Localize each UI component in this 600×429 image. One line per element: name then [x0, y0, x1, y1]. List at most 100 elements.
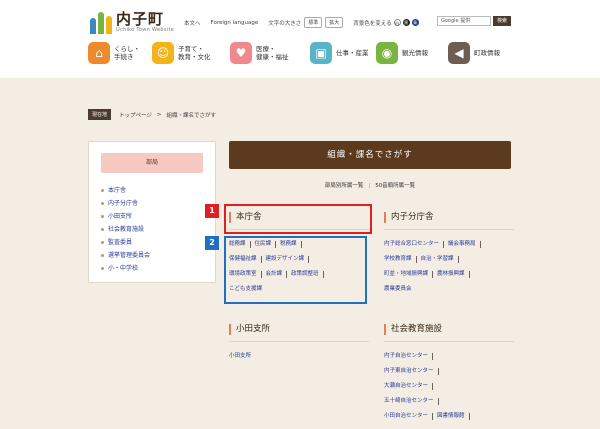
tab-by-alphabetical[interactable]: 50音順所属一覧: [375, 183, 415, 189]
department-link[interactable]: 図書情報館: [437, 413, 470, 420]
link-row: 小田自治センター 図書情報館: [384, 409, 514, 424]
sidebar-item[interactable]: 小・中学校: [101, 262, 215, 275]
link-row: 内子東自治センター: [384, 364, 514, 379]
sidebar-heading: 部局: [101, 153, 203, 173]
department-link[interactable]: 農業委員会: [384, 286, 416, 293]
foreign-language-link[interactable]: Foreign language: [211, 20, 259, 26]
breadcrumb-current: 組織・課名でさがす: [166, 112, 217, 119]
department-link[interactable]: 農林振興課: [437, 271, 470, 278]
sidebar-item[interactable]: 本庁舎: [101, 184, 215, 197]
department-link[interactable]: 自治・学習課: [421, 256, 459, 263]
sidebar-item[interactable]: 選挙管理委員会: [101, 249, 215, 262]
breadcrumb-badge: 現在地: [88, 109, 112, 120]
link-row: 内子自治センター: [384, 349, 514, 364]
logo-title: 内子町: [116, 10, 165, 28]
nav-item-label: くらし・ 手続き: [114, 45, 140, 61]
search-button[interactable]: 検索: [493, 16, 511, 26]
sidebar-item-label: 社会教育施設: [108, 226, 145, 233]
link-row: 町並・地域振興課 農林振興課: [384, 267, 514, 282]
link-row: 農業委員会: [384, 282, 514, 297]
font-size-label: 文字の大きさ: [268, 20, 302, 27]
department-link[interactable]: 内子総合窓口センター: [384, 241, 445, 248]
nav-item[interactable]: ▣ 仕事・産業: [310, 40, 370, 66]
bullet-icon: [101, 189, 104, 192]
sidebar-item-label: 監査委員: [108, 239, 133, 246]
link-row: 小田支所: [229, 349, 369, 364]
link-row: 内子総合窓口センター 議会事務局: [384, 237, 514, 252]
section-title[interactable]: 社会教育施設: [384, 324, 514, 335]
font-standard-button[interactable]: 標準: [304, 17, 323, 28]
section-shakai: 社会教育施設 内子自治センター 内子東自治センター 大瀬自治センター 五十崎自治センタ…: [384, 324, 514, 424]
heart-icon: ♥: [230, 42, 252, 64]
list-tabs: 部局別所属一覧 | 50音順所属一覧: [324, 183, 416, 189]
bullet-icon: [101, 254, 104, 257]
department-link[interactable]: 議会事務局: [448, 241, 481, 248]
site-header: 内子町 Uchiko Town Website 本文へ Foreign lang…: [0, 0, 600, 78]
megaphone-icon: ◀: [448, 42, 470, 64]
sidebar-item-label: 小田支所: [108, 213, 133, 220]
logo-icon: [90, 10, 112, 34]
nav-item[interactable]: ◉ 観光情報: [376, 40, 442, 66]
department-link[interactable]: 町並・地域振興課: [384, 271, 434, 278]
sidebar-item[interactable]: 監査委員: [101, 236, 215, 249]
house-icon: ⌂: [88, 42, 110, 64]
section-title[interactable]: 小田支所: [229, 324, 369, 335]
highlight-box-2: [224, 236, 367, 304]
logo-subtitle: Uchiko Town Website: [116, 27, 175, 33]
sidebar: 部局 本庁舎内子分庁舎小田支所社会教育施設 監査委員選挙管理委員会小・中学校: [88, 141, 216, 283]
sidebar-item-label: 本庁舎: [108, 187, 127, 194]
nav-item-label: 観光情報: [402, 49, 428, 57]
briefcase-icon: ▣: [310, 42, 332, 64]
nav-item[interactable]: ⌂ くらし・ 手続き: [88, 40, 146, 66]
department-link[interactable]: 小田支所: [229, 353, 255, 360]
camera-icon: ◉: [376, 42, 398, 64]
tab-by-department[interactable]: 部局別所属一覧: [325, 183, 364, 189]
annotation-badge-1: 1: [205, 204, 219, 218]
nav-item[interactable]: ♥ 医療・ 健康・福祉: [230, 40, 304, 66]
nav-item-label: 子育て・ 教育・文化: [178, 45, 211, 61]
bg-blue-button[interactable]: 青: [411, 19, 419, 26]
font-large-button[interactable]: 拡大: [325, 17, 344, 28]
nav-item-label: 仕事・産業: [336, 49, 369, 57]
nav-item-label: 町政情報: [474, 49, 500, 57]
section-uchiko: 内子分庁舎 内子総合窓口センター 議会事務局学校教育課 自治・学習課町並・地域振興課…: [384, 212, 514, 297]
breadcrumb-separator: >: [156, 111, 162, 118]
skip-to-content-link[interactable]: 本文へ: [184, 19, 201, 27]
bullet-icon: [101, 267, 104, 270]
department-link[interactable]: 五十崎自治センター: [384, 398, 439, 405]
bullet-icon: [101, 228, 104, 231]
nav-item[interactable]: ☺ 子育て・ 教育・文化: [152, 40, 224, 66]
sidebar-item[interactable]: 内子分庁舎: [101, 197, 215, 210]
department-link[interactable]: 小田自治センター: [384, 413, 434, 420]
search-input[interactable]: Google 提供: [437, 16, 491, 26]
annotation-badge-2: 2: [205, 236, 219, 250]
bg-white-button[interactable]: 白: [393, 19, 401, 26]
sidebar-item[interactable]: 社会教育施設: [101, 223, 215, 236]
sidebar-item-label: 選挙管理委員会: [108, 252, 151, 259]
breadcrumb: 現在地 トップページ > 組織・課名でさがす: [88, 109, 216, 120]
sidebar-item-label: 内子分庁舎: [108, 200, 139, 207]
bullet-icon: [101, 215, 104, 218]
department-link[interactable]: 大瀬自治センター: [384, 383, 434, 390]
link-row: 五十崎自治センター: [384, 394, 514, 409]
section-oda: 小田支所 小田支所: [229, 324, 369, 364]
highlight-box-1: [224, 204, 372, 234]
site-search: Google 提供 検索: [437, 16, 511, 26]
department-link[interactable]: 内子自治センター: [384, 353, 434, 360]
sidebar-item[interactable]: 小田支所: [101, 210, 215, 223]
global-nav: ⌂ くらし・ 手続き ☺ 子育て・ 教育・文化 ♥ 医療・ 健康・福祉 ▣ 仕事・産業 ◉ 観光情…: [88, 40, 524, 66]
bullet-icon: [101, 241, 104, 244]
bg-black-button[interactable]: 黒: [402, 19, 410, 26]
section-title[interactable]: 内子分庁舎: [384, 212, 514, 223]
bg-color-label: 背景色を変える: [353, 20, 392, 27]
page-title: 組織・課名でさがす: [229, 141, 511, 169]
site-logo[interactable]: 内子町 Uchiko Town Website: [90, 10, 174, 34]
nav-item[interactable]: ◀ 町政情報: [448, 40, 518, 66]
link-row: 大瀬自治センター: [384, 379, 514, 394]
department-link[interactable]: 内子東自治センター: [384, 368, 439, 375]
breadcrumb-home-link[interactable]: トップページ: [119, 111, 152, 119]
bullet-icon: [101, 202, 104, 205]
department-link[interactable]: 学校教育課: [384, 256, 417, 263]
utility-bar: 本文へ Foreign language 文字の大きさ 標準 拡大 背景色を変え…: [184, 17, 419, 28]
sidebar-list: 本庁舎内子分庁舎小田支所社会教育施設 監査委員選挙管理委員会小・中学校: [101, 184, 215, 275]
